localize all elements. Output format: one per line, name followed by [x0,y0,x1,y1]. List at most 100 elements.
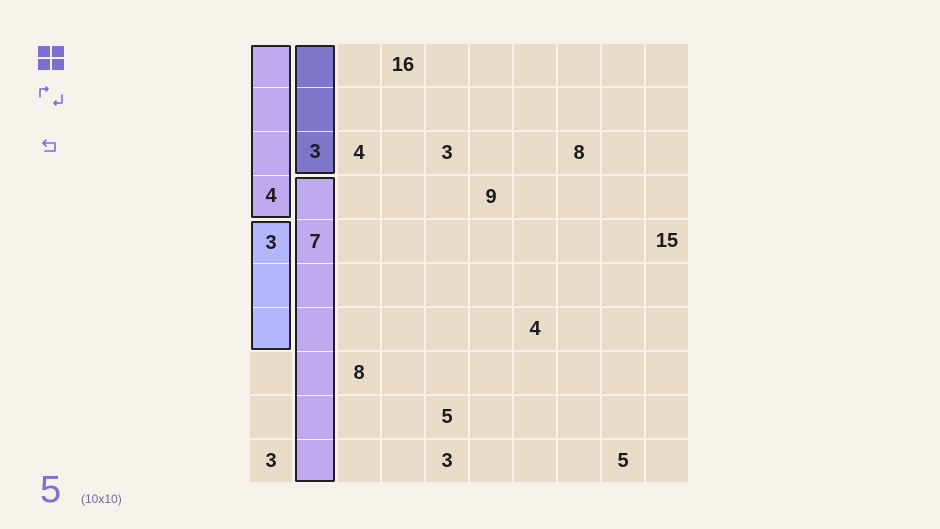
board-cell[interactable] [514,176,556,218]
board-cell[interactable] [295,308,335,352]
board-cell[interactable] [382,396,424,438]
board-cell[interactable] [470,88,512,130]
board-cell[interactable] [646,176,688,218]
board-cell[interactable] [251,132,291,176]
board-cell[interactable] [382,176,424,218]
board-cell[interactable] [295,352,335,396]
board-cell[interactable]: 9 [470,176,512,218]
board-cell[interactable] [514,132,556,174]
board-cell[interactable]: 5 [602,440,644,482]
board-cell[interactable] [295,177,335,220]
board-cell[interactable] [602,44,644,86]
board-cell[interactable] [470,220,512,262]
board-cell[interactable] [558,88,600,130]
board-cell[interactable] [602,220,644,262]
board-cell[interactable]: 3 [295,132,335,174]
board-cell[interactable] [646,308,688,350]
board-cell[interactable] [558,176,600,218]
board-cell[interactable] [426,352,468,394]
board-cell[interactable] [470,396,512,438]
board-cell[interactable] [470,132,512,174]
board-cell[interactable] [251,45,291,88]
board-cell[interactable] [382,88,424,130]
board-cell[interactable] [646,132,688,174]
board-cell[interactable] [558,396,600,438]
board-cell[interactable]: 4 [251,176,291,218]
board-cell[interactable] [382,440,424,482]
board-cell[interactable] [470,440,512,482]
board-cell[interactable] [295,396,335,440]
board-cell[interactable] [514,44,556,86]
board-cell[interactable] [338,176,380,218]
board-cell[interactable] [602,264,644,306]
board-cell[interactable] [514,88,556,130]
board-cell[interactable] [602,132,644,174]
board-cell[interactable] [646,264,688,306]
board-cell[interactable] [514,352,556,394]
board-cell[interactable] [558,44,600,86]
board-cell[interactable] [338,308,380,350]
board-cell[interactable] [602,176,644,218]
board-cell[interactable] [602,88,644,130]
board-cell[interactable] [426,88,468,130]
board-cell[interactable] [558,352,600,394]
board-cell[interactable]: 16 [382,44,424,86]
board-cell[interactable] [338,44,380,86]
board-cell[interactable]: 3 [426,440,468,482]
board-cell[interactable] [426,44,468,86]
board-cell[interactable] [558,308,600,350]
board-cell[interactable] [295,440,335,482]
board-cell[interactable] [338,220,380,262]
board-cell[interactable] [514,440,556,482]
board-cell[interactable] [602,308,644,350]
board-cell[interactable] [470,352,512,394]
board-cell[interactable] [558,220,600,262]
board-cell[interactable] [250,396,292,438]
board-cell[interactable] [251,264,291,308]
swap-icon[interactable] [38,86,64,106]
board-cell[interactable] [646,88,688,130]
board-cell[interactable]: 8 [338,352,380,394]
board-cell[interactable] [514,396,556,438]
board-cell[interactable]: 5 [426,396,468,438]
board-cell[interactable] [470,264,512,306]
board-cell[interactable] [382,352,424,394]
board-cell[interactable] [602,352,644,394]
board-cell[interactable] [514,264,556,306]
board-cell[interactable]: 15 [646,220,688,262]
board-cell[interactable] [558,440,600,482]
board-cell[interactable]: 3 [251,221,291,264]
undo-icon[interactable] [40,137,62,155]
board-cell[interactable] [514,220,556,262]
board-cell[interactable]: 7 [295,220,335,264]
board-cell[interactable] [251,88,291,132]
board-cell[interactable] [382,132,424,174]
board-cell[interactable] [426,264,468,306]
board-cell[interactable] [646,44,688,86]
board-cell[interactable] [382,220,424,262]
board-cell[interactable] [558,264,600,306]
board-cell[interactable] [382,264,424,306]
board-cell[interactable] [338,440,380,482]
board-cell[interactable] [470,44,512,86]
board-cell[interactable]: 4 [514,308,556,350]
board-cell[interactable]: 3 [426,132,468,174]
board-cell[interactable] [646,352,688,394]
board-cell[interactable] [295,264,335,308]
board-cell[interactable]: 4 [338,132,380,174]
grid-menu-icon[interactable] [38,46,64,70]
board-cell[interactable] [646,396,688,438]
board-cell[interactable] [251,308,291,350]
board-cell[interactable] [382,308,424,350]
board-cell[interactable]: 3 [250,440,292,482]
board-cell[interactable] [295,45,335,88]
board-cell[interactable] [602,396,644,438]
board-cell[interactable] [470,308,512,350]
board-cell[interactable] [426,220,468,262]
board-cell[interactable] [426,176,468,218]
board-cell[interactable] [338,264,380,306]
board-cell[interactable] [338,88,380,130]
board-cell[interactable] [646,440,688,482]
board-cell[interactable]: 8 [558,132,600,174]
board-cell[interactable] [250,352,292,394]
